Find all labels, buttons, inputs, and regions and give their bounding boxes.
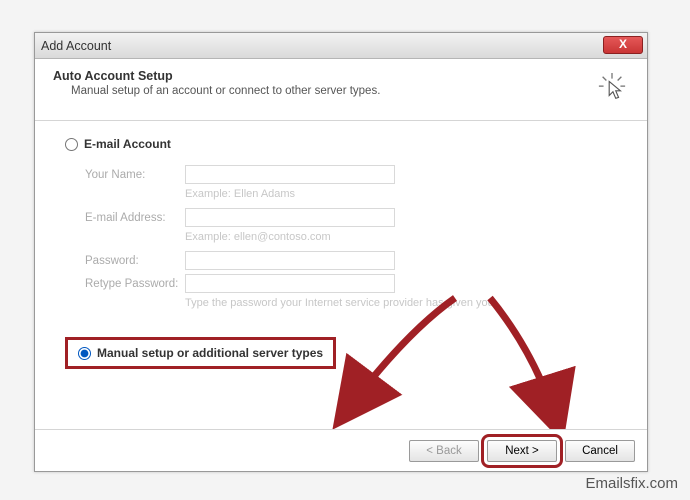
next-button[interactable]: Next > [487, 440, 557, 462]
click-cursor-icon [597, 73, 627, 103]
password-hint: Type the password your Internet service … [185, 297, 617, 309]
wizard-footer: < Back Next > Cancel [35, 429, 647, 471]
window-title: Add Account [41, 39, 111, 53]
email-address-label: E-mail Address: [85, 212, 185, 224]
radio-manual-setup-label: Manual setup or additional server types [97, 346, 323, 360]
header-subtitle: Manual setup of an account or connect to… [71, 85, 629, 97]
your-name-example: Example: Ellen Adams [185, 188, 617, 200]
radio-manual-setup[interactable] [78, 347, 91, 360]
watermark-text: Emailsfix.com [585, 475, 678, 492]
wizard-content: E-mail Account Your Name: Example: Ellen… [35, 121, 647, 379]
radio-email-account-label: E-mail Account [84, 137, 171, 151]
email-example: Example: ellen@contoso.com [185, 231, 617, 243]
cancel-button[interactable]: Cancel [565, 440, 635, 462]
retype-password-label: Retype Password: [85, 278, 185, 290]
header-title: Auto Account Setup [53, 69, 629, 83]
wizard-header: Auto Account Setup Manual setup of an ac… [35, 59, 647, 121]
close-button[interactable]: X [603, 36, 643, 54]
your-name-field [185, 165, 395, 184]
radio-manual-setup-row[interactable]: Manual setup or additional server types [65, 337, 336, 369]
password-label: Password: [85, 255, 185, 267]
titlebar: Add Account X [35, 33, 647, 59]
radio-email-account-row[interactable]: E-mail Account [65, 137, 617, 151]
your-name-label: Your Name: [85, 169, 185, 181]
retype-password-field [185, 274, 395, 293]
email-form: Your Name: Example: Ellen Adams E-mail A… [85, 165, 617, 309]
radio-email-account[interactable] [65, 138, 78, 151]
password-field [185, 251, 395, 270]
email-address-field [185, 208, 395, 227]
add-account-dialog: Add Account X Auto Account Setup Manual … [34, 32, 648, 472]
back-button: < Back [409, 440, 479, 462]
